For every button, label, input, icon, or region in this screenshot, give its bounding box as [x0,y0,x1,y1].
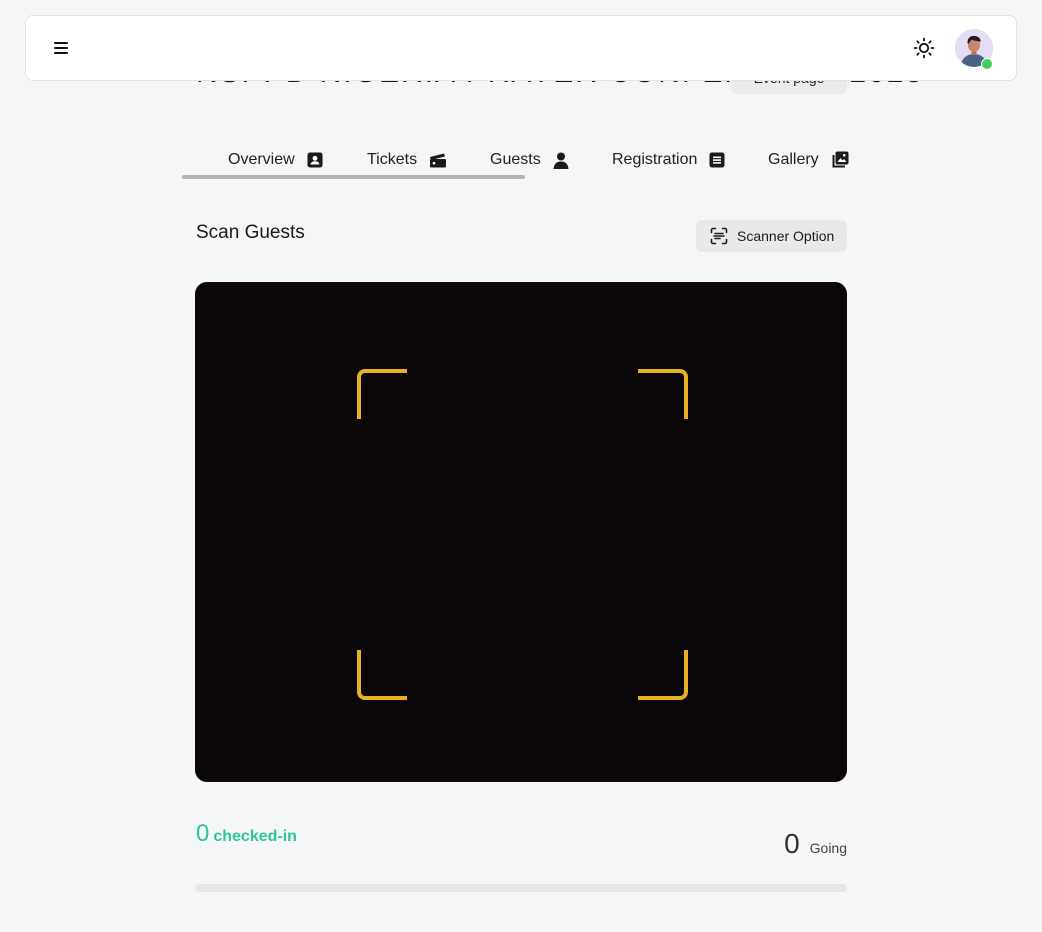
checked-in-stat: 0 checked-in [196,820,297,848]
list-icon [709,152,725,168]
scanner-option-label: Scanner Option [737,228,835,244]
scan-frame-icon [710,227,728,245]
section-title: Scan Guests [196,222,305,243]
event-tabs: Overview Tickets Guests Registration Gal… [182,140,852,184]
going-stat: 0 Going [784,828,847,860]
camera-viewport[interactable] [195,282,847,782]
tab-label: Overview [228,151,295,168]
active-tab-indicator [182,175,525,179]
tab-tickets[interactable]: Tickets [367,140,447,180]
hamburger-menu-icon[interactable] [52,38,72,58]
person-icon [553,152,569,169]
scan-frame-corner-bottom-left [357,650,407,700]
tab-label: Registration [612,151,698,168]
tab-registration[interactable]: Registration [612,140,725,180]
top-header [25,15,1017,81]
tab-overview[interactable]: Overview [228,140,323,180]
images-icon [832,151,849,168]
going-count: 0 [784,828,800,859]
ticket-icon [430,153,447,168]
tab-guests[interactable]: Guests [490,140,569,180]
scanner-option-button[interactable]: Scanner Option [696,220,847,252]
profile-card-icon [307,152,323,168]
checkin-progress-bar [195,884,847,892]
checked-in-label: checked-in [213,828,297,845]
scan-frame-corner-top-left [357,369,407,419]
tab-label: Guests [490,151,541,168]
scan-frame-corner-top-right [638,369,688,419]
tab-label: Gallery [768,151,819,168]
scan-frame-corner-bottom-right [638,650,688,700]
checked-in-count: 0 [196,820,210,847]
tab-label: Tickets [367,151,418,168]
going-label: Going [809,840,847,856]
tab-gallery[interactable]: Gallery [768,140,849,180]
sun-icon[interactable] [910,34,938,62]
online-status-dot [981,58,993,70]
